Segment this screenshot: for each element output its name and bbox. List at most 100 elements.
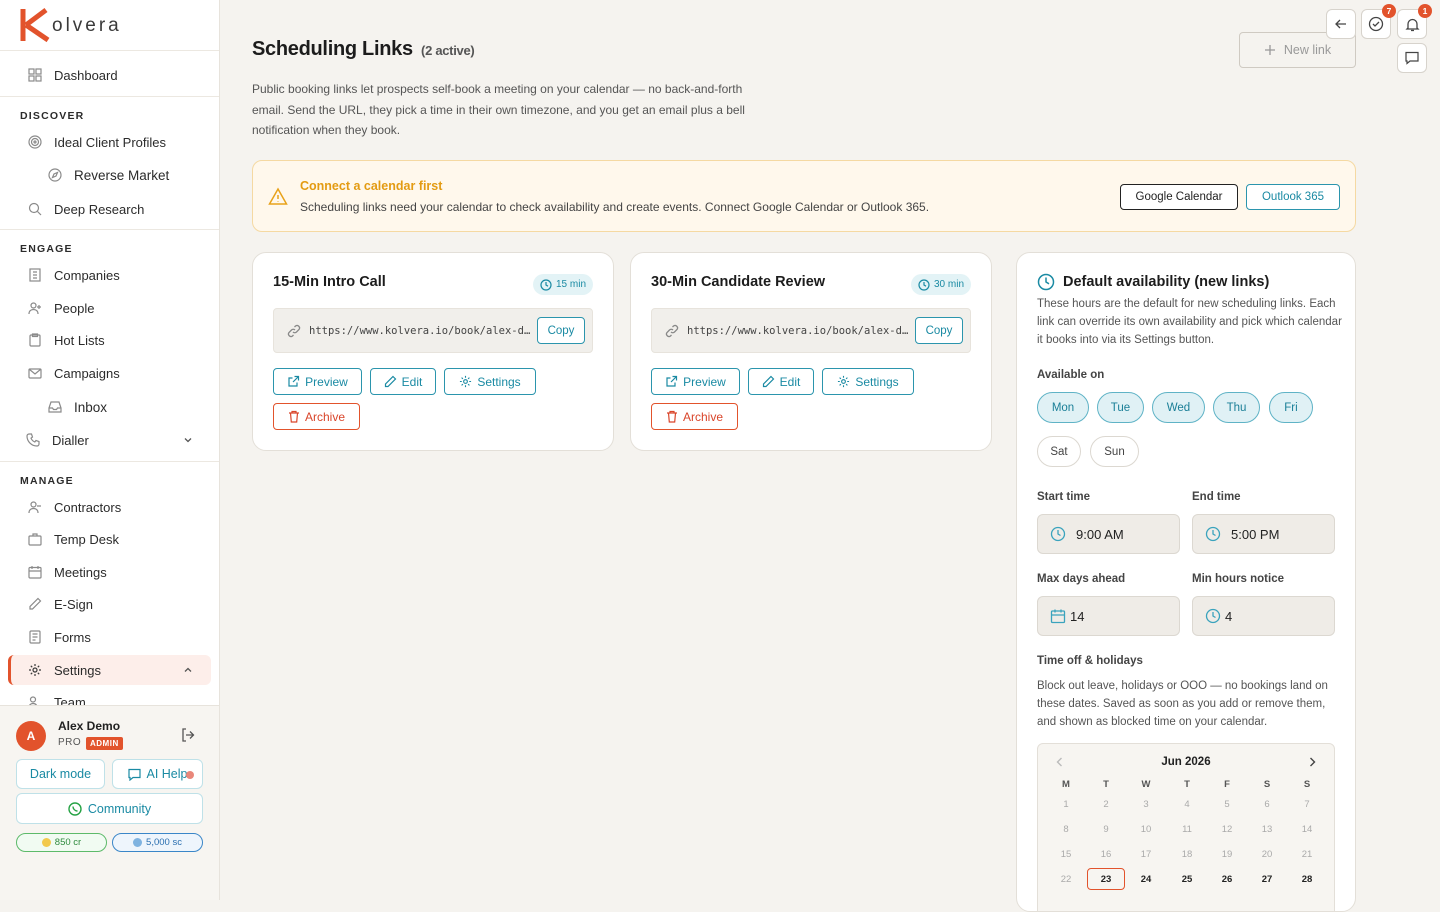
archive-button[interactable]: Archive [273,403,360,430]
messages-button[interactable] [1397,43,1427,73]
day-toggle-wed[interactable]: Wed [1152,392,1205,423]
calendar-day[interactable]: 20 [1248,843,1286,865]
sidebar-item-contractors[interactable]: Contractors [8,492,211,522]
sc-badge[interactable]: 5,000 sc [112,833,203,852]
globe-icon [133,838,143,847]
calendar-day[interactable]: 12 [1208,818,1246,840]
sidebar-item-hot-lists[interactable]: Hot Lists [8,325,211,355]
settings-button[interactable]: Settings [444,368,536,395]
copy-button[interactable]: Copy [915,317,963,344]
max-days-value: 14 [1070,608,1085,624]
back-button[interactable] [1326,9,1356,39]
sidebar-item-campaigns[interactable]: Campaigns [8,358,211,388]
preview-button[interactable]: Preview [273,368,362,395]
sidebar-item-label: Team [54,694,86,706]
calendar-day[interactable]: 3 [1127,793,1165,815]
community-button[interactable]: Community [16,793,203,824]
sidebar-item-team[interactable]: Team [8,687,211,705]
calendar-day[interactable]: 18 [1168,843,1206,865]
calendar-day[interactable]: 1 [1047,793,1085,815]
sidebar-item-deep-research[interactable]: Deep Research [8,194,211,224]
calendar-day[interactable]: 6 [1248,793,1286,815]
sidebar-item-dashboard[interactable]: Dashboard [8,60,211,90]
calendar-day[interactable]: 8 [1047,818,1085,840]
day-toggle-sun[interactable]: Sun [1090,436,1139,467]
calendar-day[interactable]: 17 [1127,843,1165,865]
archive-button[interactable]: Archive [651,403,738,430]
clock-icon [1037,273,1055,291]
day-toggle-thu[interactable]: Thu [1213,392,1260,423]
grid-icon [28,68,42,82]
form-icon [29,630,41,644]
calendar-day[interactable]: 16 [1087,843,1125,865]
copy-button[interactable]: Copy [537,317,585,344]
calendar-day[interactable]: 2 [1087,793,1125,815]
connect-outlook-button[interactable]: Outlook 365 [1246,184,1340,210]
calendar-day[interactable]: 7 [1288,793,1326,815]
start-time-field[interactable]: 9:00 AM [1037,514,1180,554]
external-link-icon [666,375,678,387]
connect-google-calendar-button[interactable]: Google Calendar [1120,184,1238,210]
sidebar-item-icp[interactable]: Ideal Client Profiles [8,127,211,157]
day-toggle-fri[interactable]: Fri [1269,392,1313,423]
sidebar-item-meetings[interactable]: Meetings [8,557,211,587]
chevron-up-icon[interactable] [183,665,193,675]
sidebar-item-temp-desk[interactable]: Temp Desk [8,524,211,554]
logo[interactable]: olvera [0,0,219,51]
logout-icon[interactable] [180,727,196,743]
calendar-day[interactable]: 4 [1168,793,1206,815]
calendar-day[interactable]: 11 [1168,818,1206,840]
trash-icon [288,410,299,423]
coin-icon [41,838,51,847]
calendar-day[interactable]: 10 [1127,818,1165,840]
day-toggle-mon[interactable]: Mon [1037,392,1089,423]
sidebar-item-label: Settings [54,662,101,678]
calendar-day[interactable]: 27 [1248,868,1286,890]
tasks-button[interactable]: 7 [1361,4,1396,39]
end-time-field[interactable]: 5:00 PM [1192,514,1335,554]
max-days-field[interactable]: 14 [1037,596,1180,636]
sidebar-item-esign[interactable]: E-Sign [8,589,211,619]
calendar-day[interactable]: 21 [1288,843,1326,865]
calendar-day[interactable]: 28 [1288,868,1326,890]
calendar-day[interactable]: 5 [1208,793,1246,815]
day-toggle-sat[interactable]: Sat [1037,436,1081,467]
divider [0,461,219,462]
sidebar-item-inbox[interactable]: Inbox [8,392,211,422]
time-off-label: Time off & holidays [1037,655,1143,667]
calendar-day[interactable]: 19 [1208,843,1246,865]
avatar[interactable]: A [16,721,46,751]
sidebar-item-companies[interactable]: Companies [8,260,211,290]
min-hours-field[interactable]: 4 [1192,596,1335,636]
link-url[interactable]: https://www.kolvera.io/book/alex-demo/30… [687,325,909,337]
settings-button[interactable]: Settings [822,368,914,395]
calendar-day[interactable]: 13 [1248,818,1286,840]
calendar-day[interactable]: 9 [1087,818,1125,840]
calendar-day[interactable]: 25 [1168,868,1206,890]
edit-button[interactable]: Edit [748,368,814,395]
briefcase-icon [28,533,42,546]
link-url[interactable]: https://www.kolvera.io/book/alex-demo/15… [309,325,531,337]
calendar-day[interactable]: 24 [1127,868,1165,890]
calendar-day[interactable]: 15 [1047,843,1085,865]
preview-label: Preview [683,374,726,389]
preview-button[interactable]: Preview [651,368,740,395]
sidebar-item-forms[interactable]: Forms [8,622,211,652]
sidebar-item-dialler[interactable]: Dialler [8,425,211,455]
calendar-day[interactable]: 26 [1208,868,1246,890]
chevron-down-icon[interactable] [183,435,193,445]
day-toggle-tue[interactable]: Tue [1097,392,1144,423]
edit-button[interactable]: Edit [370,368,436,395]
ai-help-button[interactable]: AI Help [112,759,203,789]
notifications-button[interactable]: 1 [1397,4,1432,39]
admin-badge: ADMIN [86,737,123,750]
calendar-day-today[interactable]: 23 [1087,868,1125,890]
sidebar-item-reverse-market[interactable]: Reverse Market [8,160,211,190]
calendar-day[interactable]: 22 [1047,868,1085,890]
sidebar-item-settings[interactable]: Settings [8,655,211,685]
dark-mode-button[interactable]: Dark mode [16,759,105,789]
chevron-right-icon[interactable] [1306,756,1318,768]
calendar-day[interactable]: 14 [1288,818,1326,840]
sidebar-item-people[interactable]: People [8,293,211,323]
credits-badge[interactable]: 850 cr [16,833,107,852]
